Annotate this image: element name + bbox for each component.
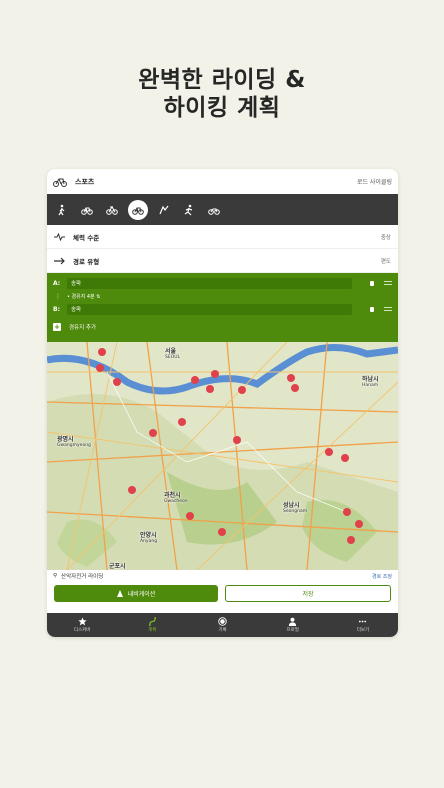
waypoint-start-key: A: [53,279,61,287]
more-vertical-icon: ⋮ [55,292,61,300]
app-screen: 스포츠 로드 사이클링 체력 수준 중상 경로 유형 편도 A: 송파 ⋮ • … [47,169,398,637]
road-bike-icon [132,207,144,215]
add-waypoint-button[interactable]: + 경유지 추가 [53,319,392,334]
activity-hiking[interactable] [53,201,71,219]
bottom-tab-bar: 디스커버 계획 기록 프로필 더보기 [47,613,398,637]
waypoints-panel: A: 송파 ⋮ • 경유지 4분 ⇅ B: 송파 + 경유지 추가 [47,273,398,342]
tab-more[interactable]: 더보기 [328,613,398,637]
waypoint-start-input[interactable]: 송파 [67,277,352,289]
running-icon [184,204,193,215]
waypoint-start: A: 송파 [53,276,392,290]
activity-road-bike[interactable] [128,199,148,220]
action-buttons: 내비게이션 저장 [47,582,398,609]
waypoint-end-key: B: [53,305,60,313]
bicycle-icon [53,178,67,187]
waypoint-middle[interactable]: ⋮ • 경유지 4분 ⇅ [53,290,392,302]
route-type-value: 편도 [380,258,391,265]
headline: 완벽한 라이딩 & 하이킹 계획 [0,66,444,122]
activity-bicycle[interactable] [78,201,96,219]
hiking-icon [58,204,65,215]
add-waypoint-label: 경유지 추가 [69,324,97,331]
route-type-label: 경로 유형 [73,257,100,266]
mtb-trail-icon [159,205,169,214]
headline-line-2: 하이킹 계획 [163,95,281,121]
tab-plan-label: 계획 [148,628,157,633]
map-label-gwacheon: 과천시 Gwacheon [164,492,188,504]
tab-discover[interactable]: 디스커버 [47,613,117,637]
adjust-route-link[interactable]: 경로 조정 [372,573,392,580]
map-label-gwangmyeong: 광명시 Gwangmyeong [57,436,91,448]
trash-icon[interactable] [370,306,374,312]
activity-gravel-bike[interactable] [205,201,223,219]
activity-bar [47,194,398,225]
map-canvas [47,342,398,570]
record-icon [218,617,227,626]
fitness-label: 체력 수준 [73,233,100,242]
plan-route-icon [148,617,156,626]
waypoint-end: B: 송파 [53,302,392,316]
pulse-icon [54,232,65,241]
navigate-button[interactable]: 내비게이션 [54,585,218,602]
waypoint-end-input[interactable]: 송파 [67,303,352,315]
activity-running[interactable] [180,201,198,219]
drag-handle-icon[interactable] [384,307,392,311]
sport-label: 스포츠 [75,177,95,186]
tab-discover-label: 디스커버 [73,628,91,633]
bicycle-icon [81,207,93,215]
map-label-seongnam: 성남시 Seongnam [283,502,308,514]
tab-record-label: 기록 [218,628,227,633]
sport-value: 로드 사이클링 [356,179,392,186]
route-label: 산악자전거 라이딩 [61,574,104,580]
route-info-row: ⚲ 산악자전거 라이딩 경로 조정 [47,570,398,582]
waypoint-time: • 경유지 4분 ⇅ [67,293,101,300]
headline-line-1: 완벽한 라이딩 & [138,67,306,93]
tab-profile[interactable]: 프로필 [258,613,328,637]
map-label-anyang: 안양시 Anyang [140,532,158,544]
route-type-row[interactable]: 경로 유형 편도 [47,249,398,273]
map-label-seoul: 서울 SEOUL [165,348,181,360]
drag-handle-icon[interactable] [384,281,392,285]
profile-icon [289,617,297,626]
tab-plan[interactable]: 계획 [117,613,187,637]
star-icon [77,617,87,626]
tab-more-label: 더보기 [356,628,370,633]
fitness-level-row[interactable]: 체력 수준 중상 [47,225,398,249]
map-label-hanam: 하남시 Hanam [362,376,379,388]
tab-record[interactable]: 기록 [187,613,257,637]
map-view[interactable]: 서울 SEOUL 하남시 Hanam 광명시 Gwangmyeong 과천시 Gwach… [47,342,398,570]
activity-mountain-bike[interactable] [103,201,121,219]
navigate-button-label: 내비게이션 [127,591,156,598]
map-label-gunpo: 군포시 [109,563,126,570]
trash-icon[interactable] [370,280,374,286]
bicycle-icon: ⚲ [53,573,58,579]
gravel-bike-icon [208,208,220,215]
one-way-arrow-icon [54,257,65,264]
activity-mtb-trail[interactable] [155,201,173,219]
fitness-value: 중상 [380,234,391,241]
sport-selector[interactable]: 스포츠 로드 사이클링 [47,169,398,194]
plus-icon: + [53,322,61,331]
mountain-bike-icon [106,205,118,215]
save-button[interactable]: 저장 [225,585,391,602]
more-icon [359,620,367,623]
tab-profile-label: 프로필 [286,628,299,633]
navigation-arrow-icon [116,590,123,597]
